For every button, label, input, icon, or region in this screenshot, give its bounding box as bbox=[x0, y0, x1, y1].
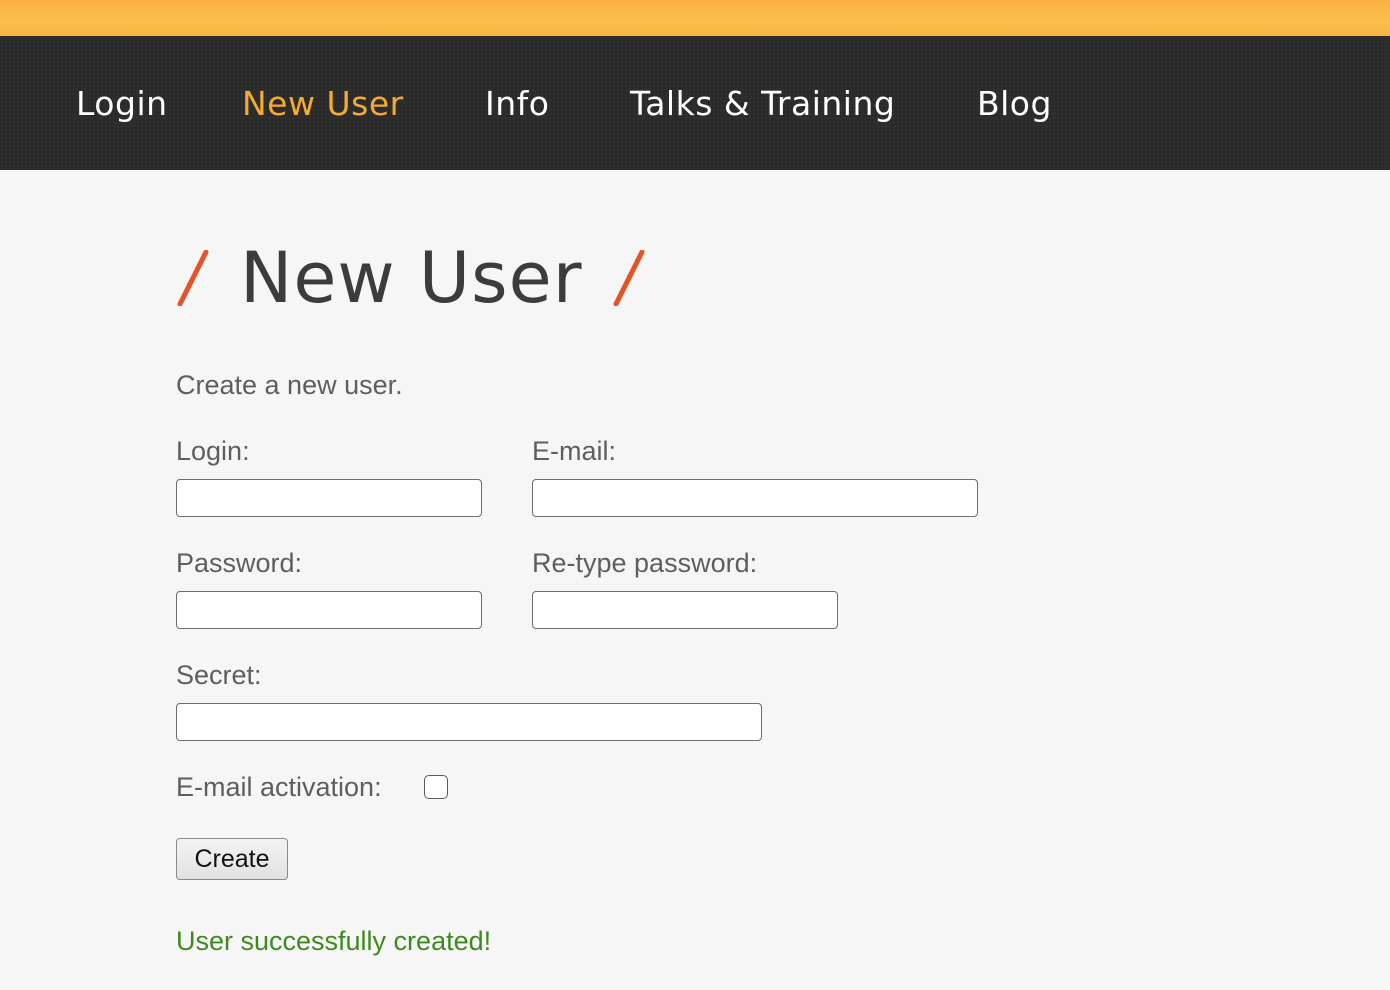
email-activation-checkbox[interactable] bbox=[424, 775, 448, 799]
main-navigation: Login New User Info Talks & Training Blo… bbox=[0, 36, 1390, 170]
top-accent-stripe bbox=[0, 0, 1390, 36]
secret-label: Secret: bbox=[176, 660, 262, 690]
slash-decoration-right bbox=[612, 250, 645, 306]
email-input[interactable] bbox=[532, 479, 978, 517]
login-label: Login: bbox=[176, 436, 250, 466]
email-activation-label: E-mail activation: bbox=[176, 772, 382, 802]
retype-password-input[interactable] bbox=[532, 591, 838, 629]
intro-text: Create a new user. bbox=[176, 370, 403, 400]
slash-decoration-left bbox=[176, 250, 209, 306]
success-message: User successfully created! bbox=[176, 926, 492, 956]
email-label: E-mail: bbox=[532, 436, 617, 466]
password-label: Password: bbox=[176, 548, 303, 578]
nav-item-login[interactable]: Login bbox=[76, 82, 168, 126]
nav-item-new-user[interactable]: New User bbox=[242, 82, 404, 126]
retype-password-label: Re-type password: bbox=[532, 548, 758, 578]
login-input[interactable] bbox=[176, 479, 482, 517]
create-button[interactable]: Create bbox=[176, 838, 288, 880]
page-title-text: New User bbox=[240, 237, 583, 319]
password-input[interactable] bbox=[176, 591, 482, 629]
nav-item-talks-training[interactable]: Talks & Training bbox=[630, 82, 895, 126]
nav-item-info[interactable]: Info bbox=[485, 82, 549, 126]
page-title: New User bbox=[176, 236, 645, 320]
secret-input[interactable] bbox=[176, 703, 762, 741]
nav-item-blog[interactable]: Blog bbox=[977, 82, 1052, 126]
